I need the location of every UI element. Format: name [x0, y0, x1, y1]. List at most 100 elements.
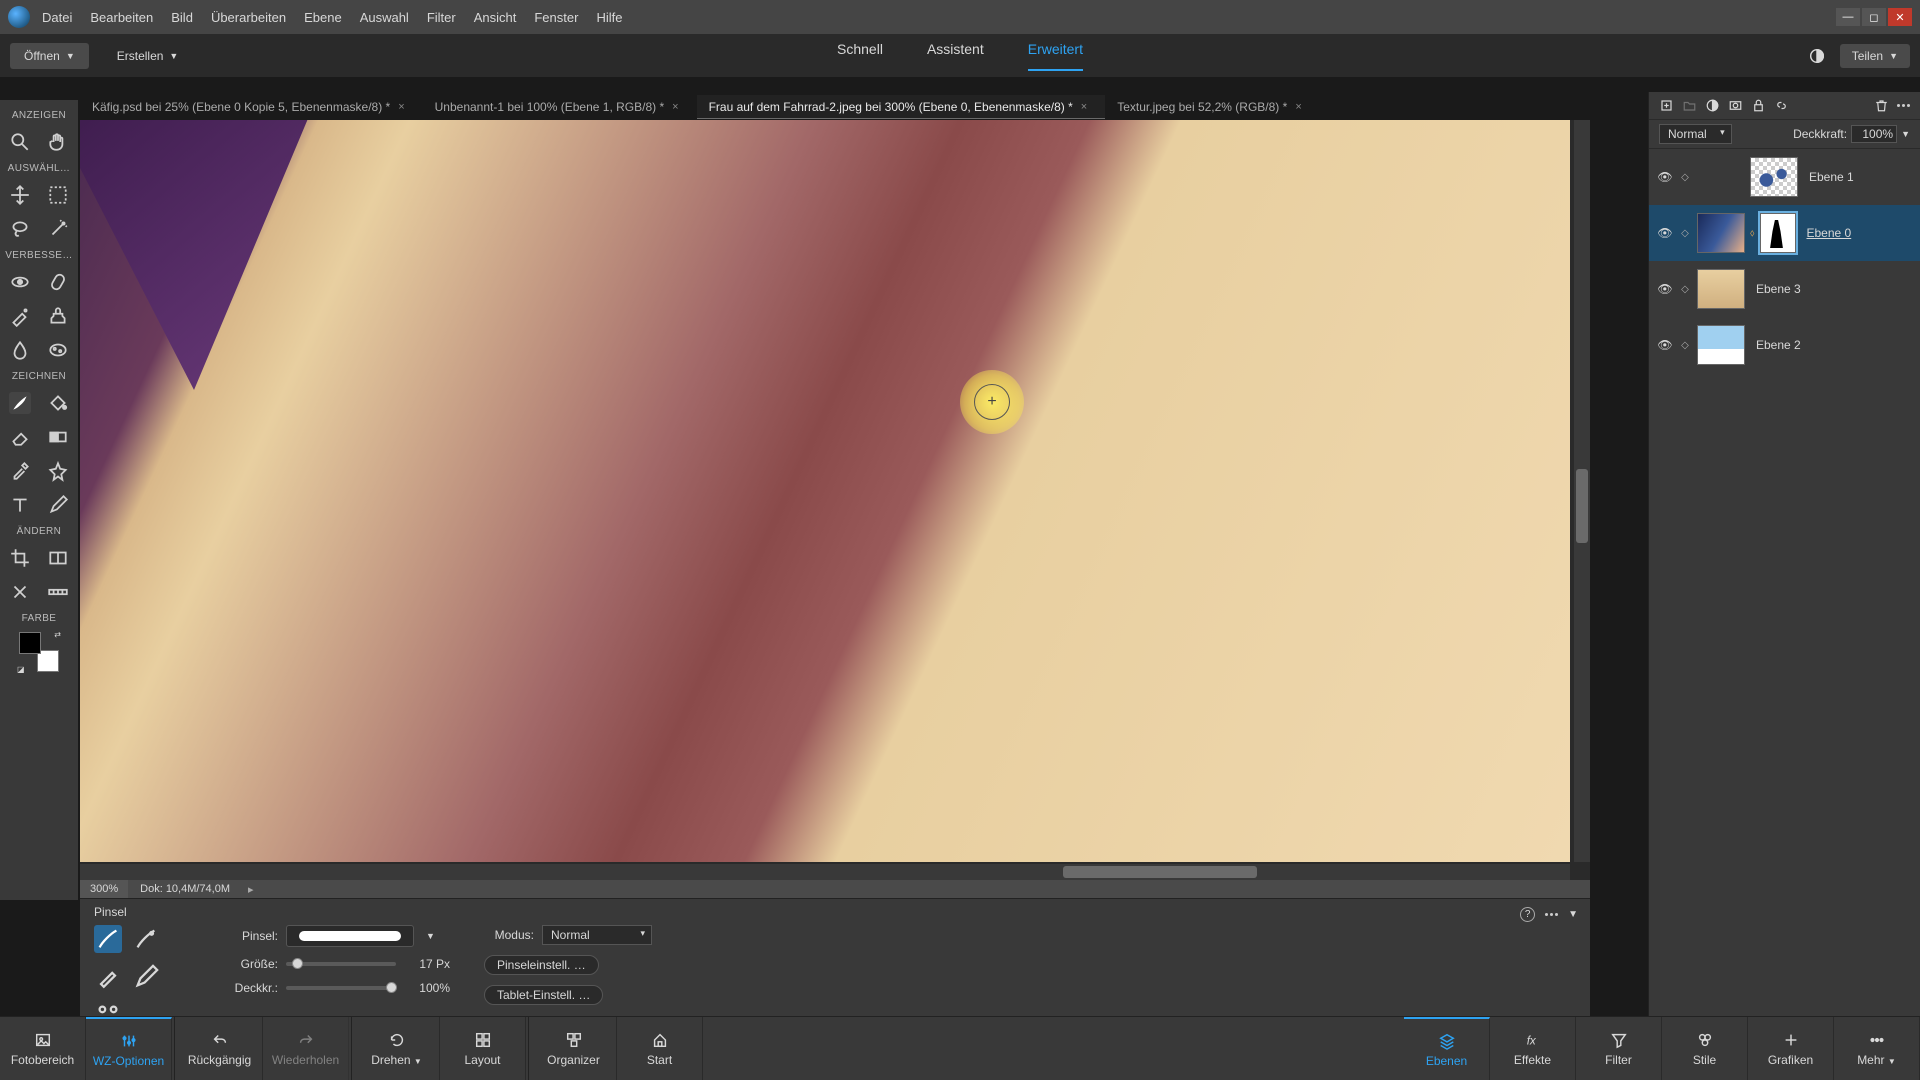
- chevron-right-icon[interactable]: ▸: [242, 883, 260, 896]
- mode-expert[interactable]: Erweitert: [1028, 41, 1083, 71]
- size-slider[interactable]: [286, 962, 396, 966]
- sponge-tool[interactable]: [47, 339, 69, 361]
- menu-layer[interactable]: Ebene: [304, 10, 342, 25]
- menu-image[interactable]: Bild: [171, 10, 193, 25]
- text-tool[interactable]: [9, 494, 31, 516]
- share-button[interactable]: Teilen ▼: [1840, 44, 1910, 68]
- size-value[interactable]: 17 Px: [404, 957, 450, 971]
- help-icon[interactable]: ?: [1520, 907, 1535, 922]
- layer-name[interactable]: Ebene 2: [1756, 338, 1801, 352]
- brush-tool[interactable]: [9, 392, 31, 414]
- layer-name[interactable]: Ebene 3: [1756, 282, 1801, 296]
- eyedropper-tool[interactable]: [9, 460, 31, 482]
- scrollbar-thumb[interactable]: [1063, 866, 1257, 878]
- mode-quick[interactable]: Schnell: [837, 41, 883, 71]
- layer-name[interactable]: Ebene 0: [1807, 226, 1852, 240]
- visibility-toggle-icon[interactable]: 👁: [1657, 170, 1673, 184]
- swap-colors-icon[interactable]: ⇄: [54, 630, 61, 639]
- content-aware-move-tool[interactable]: [9, 581, 31, 603]
- menu-select[interactable]: Auswahl: [360, 10, 409, 25]
- lock-indicator-icon[interactable]: ◇: [1678, 284, 1692, 295]
- menu-filter[interactable]: Filter: [427, 10, 456, 25]
- bottombar-effekte[interactable]: fxEffekte: [1490, 1017, 1576, 1080]
- layer-thumbnail[interactable]: [1697, 213, 1745, 253]
- menu-enhance[interactable]: Überarbeiten: [211, 10, 286, 25]
- zoom-level[interactable]: 300%: [80, 880, 128, 898]
- clone-stamp-tool[interactable]: [47, 305, 69, 327]
- document-tab[interactable]: Käfig.psd bei 25% (Ebene 0 Kopie 5, Eben…: [80, 95, 423, 119]
- menu-help[interactable]: Hilfe: [596, 10, 622, 25]
- recompose-tool[interactable]: [47, 547, 69, 569]
- crop-tool[interactable]: [9, 547, 31, 569]
- layer-row[interactable]: 👁 ◇ Ebene 2: [1649, 317, 1920, 373]
- close-button[interactable]: ✕: [1888, 8, 1912, 26]
- document-tab[interactable]: Textur.jpeg bei 52,2% (RGB/8) *×: [1105, 95, 1320, 119]
- color-swatches[interactable]: ⇄ ◪: [19, 632, 59, 672]
- pencil-tool[interactable]: [47, 494, 69, 516]
- brush-variant[interactable]: [94, 925, 122, 953]
- tablet-settings-button[interactable]: Tablet-Einstell. …: [484, 985, 603, 1005]
- open-button[interactable]: Öffnen ▼: [10, 43, 89, 69]
- shape-tool[interactable]: [47, 460, 69, 482]
- pencil-brush-variant[interactable]: [132, 963, 160, 991]
- mode-guided[interactable]: Assistent: [927, 41, 984, 71]
- bottombar-mehr[interactable]: Mehr ▼: [1834, 1017, 1920, 1080]
- default-colors-icon[interactable]: ◪: [17, 665, 25, 674]
- move-tool[interactable]: [9, 184, 31, 206]
- adjustment-layer-icon[interactable]: [1705, 98, 1720, 113]
- blend-mode-select[interactable]: Normal: [1659, 124, 1732, 144]
- layer-mask-thumbnail[interactable]: [1760, 213, 1796, 253]
- canvas[interactable]: +: [80, 120, 1570, 862]
- layer-name[interactable]: Ebene 1: [1809, 170, 1854, 184]
- layer-group-icon[interactable]: [1682, 98, 1697, 113]
- menu-view[interactable]: Ansicht: [474, 10, 517, 25]
- lock-indicator-icon[interactable]: ◇: [1678, 228, 1692, 239]
- bottombar-rckgngig[interactable]: Rückgängig: [177, 1017, 263, 1080]
- minimize-button[interactable]: —: [1836, 8, 1860, 26]
- scrollbar-thumb[interactable]: [1576, 469, 1588, 543]
- bottombar-wiederholen[interactable]: Wiederholen: [263, 1017, 349, 1080]
- foreground-color-swatch[interactable]: [19, 632, 41, 654]
- bottombar-wzoptionen[interactable]: WZ-Optionen: [86, 1017, 172, 1080]
- lock-icon[interactable]: [1751, 98, 1766, 113]
- menu-file[interactable]: Datei: [42, 10, 72, 25]
- bottombar-grafiken[interactable]: Grafiken: [1748, 1017, 1834, 1080]
- maximize-button[interactable]: ◻: [1862, 8, 1886, 26]
- redeye-tool[interactable]: [9, 271, 31, 293]
- bottombar-organizer[interactable]: Organizer: [531, 1017, 617, 1080]
- bottombar-fotobereich[interactable]: Fotobereich: [0, 1017, 86, 1080]
- brush-opacity-slider[interactable]: [286, 986, 396, 990]
- document-tab[interactable]: Unbenannt-1 bei 100% (Ebene 1, RGB/8) *×: [423, 95, 697, 119]
- visibility-toggle-icon[interactable]: 👁: [1657, 282, 1673, 296]
- close-icon[interactable]: ×: [1081, 101, 1087, 113]
- smart-brush-tool[interactable]: [9, 305, 31, 327]
- eraser-tool[interactable]: [9, 426, 31, 448]
- bottombar-layout[interactable]: Layout: [440, 1017, 526, 1080]
- visibility-toggle-icon[interactable]: 👁: [1657, 226, 1673, 240]
- layer-row[interactable]: 👁 ◇ Ebene 1: [1649, 149, 1920, 205]
- layer-mask-icon[interactable]: [1728, 98, 1743, 113]
- more-icon[interactable]: [1545, 913, 1558, 916]
- hand-tool[interactable]: [47, 131, 69, 153]
- bottombar-start[interactable]: Start: [617, 1017, 703, 1080]
- layer-thumbnail[interactable]: [1697, 269, 1745, 309]
- magic-wand-tool[interactable]: [47, 218, 69, 240]
- impressionist-brush-variant[interactable]: [132, 925, 160, 953]
- bottombar-stile[interactable]: Stile: [1662, 1017, 1748, 1080]
- marquee-tool[interactable]: [47, 184, 69, 206]
- brush-opacity-value[interactable]: 100%: [404, 981, 450, 995]
- paint-bucket-tool[interactable]: [47, 392, 69, 414]
- more-icon[interactable]: [1897, 104, 1910, 107]
- vertical-scrollbar[interactable]: [1574, 120, 1590, 862]
- bottombar-drehen[interactable]: Drehen ▼: [354, 1017, 440, 1080]
- close-icon[interactable]: ×: [398, 101, 404, 113]
- create-button[interactable]: Erstellen ▼: [107, 43, 189, 69]
- horizontal-scrollbar[interactable]: [80, 864, 1570, 880]
- color-replace-brush-variant[interactable]: [94, 963, 122, 991]
- opacity-input[interactable]: [1851, 125, 1897, 143]
- layer-row[interactable]: 👁 ◇ Ebene 3: [1649, 261, 1920, 317]
- close-icon[interactable]: ×: [1295, 101, 1301, 113]
- layer-thumbnail[interactable]: [1697, 325, 1745, 365]
- blur-tool[interactable]: [9, 339, 31, 361]
- trash-icon[interactable]: [1874, 98, 1889, 113]
